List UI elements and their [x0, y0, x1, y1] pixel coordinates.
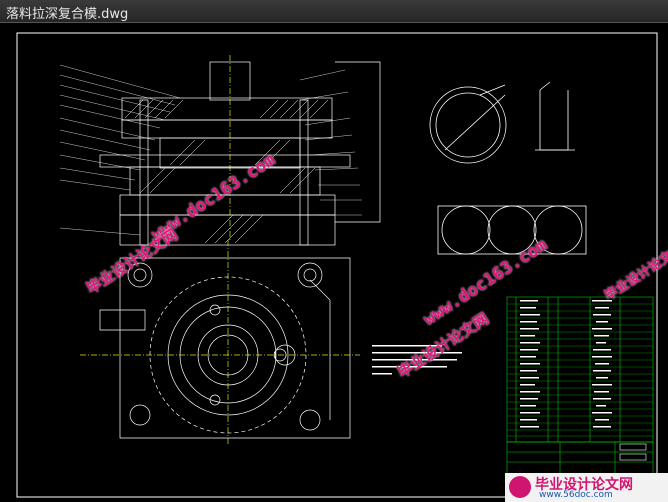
brand-url: www.56doc.com: [539, 490, 613, 500]
section-view: [59, 55, 381, 246]
part-views: [429, 81, 587, 255]
window-title: 落料拉深复合模.dwg: [6, 7, 129, 22]
site-logo-icon: [509, 476, 531, 498]
cad-drawing[interactable]: [0, 23, 668, 502]
cad-viewport[interactable]: www.doc163.com 毕业设计论文网 www.doc163.com 毕业…: [0, 23, 668, 502]
site-branding: 毕业设计论文网 www.56doc.com: [505, 473, 668, 502]
window-titlebar: 落料拉深复合模.dwg: [0, 0, 668, 23]
